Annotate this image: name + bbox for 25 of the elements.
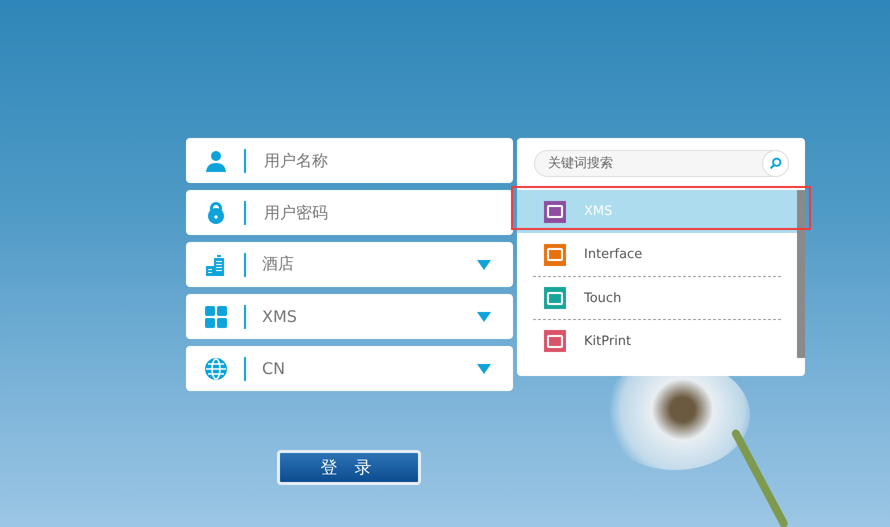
- app-list-item[interactable]: Touch: [533, 276, 781, 319]
- select-value: 酒店: [262, 254, 295, 275]
- app-list-item[interactable]: KitPrint: [533, 319, 781, 362]
- caret-icon: [477, 312, 491, 322]
- login-button[interactable]: 登 录: [277, 450, 421, 485]
- text-input[interactable]: 用户密码: [262, 202, 491, 223]
- grid-icon: [204, 304, 228, 328]
- search-button[interactable]: [762, 150, 789, 177]
- input-field[interactable]: 用户名称: [186, 138, 513, 183]
- input-field[interactable]: 用户密码: [186, 190, 513, 235]
- scrollbar[interactable]: [797, 190, 805, 358]
- select-value: CN: [262, 359, 286, 378]
- search-icon: [769, 157, 782, 170]
- globe-icon: [204, 356, 228, 380]
- select-field[interactable]: CN: [186, 346, 513, 391]
- app-list-item[interactable]: Interface: [517, 233, 789, 276]
- caret-icon: [477, 364, 491, 374]
- search-field[interactable]: 关键词搜索: [534, 150, 789, 177]
- user-icon: [204, 148, 228, 172]
- text-input[interactable]: 用户名称: [262, 150, 491, 171]
- select-value: XMS: [262, 307, 298, 326]
- caret-icon: [477, 260, 491, 270]
- search-input[interactable]: 关键词搜索: [535, 155, 762, 172]
- select-field[interactable]: 酒店: [186, 242, 513, 287]
- select-field[interactable]: XMS: [186, 294, 513, 339]
